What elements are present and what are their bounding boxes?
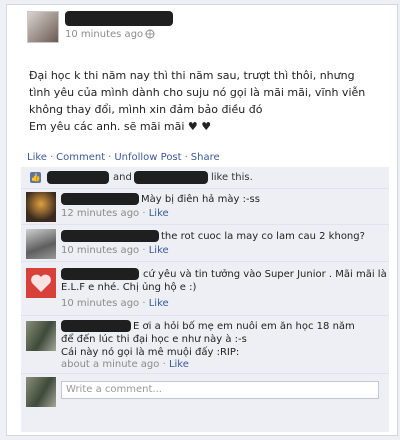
comment-text: Mày bị điên hả mày :-ss bbox=[141, 194, 260, 205]
comment-like-link[interactable]: Like bbox=[149, 298, 169, 309]
commenter-avatar[interactable] bbox=[26, 268, 56, 298]
current-user-avatar bbox=[26, 377, 56, 407]
comment-timestamp[interactable]: 10 minutes ago bbox=[61, 298, 139, 309]
likes-suffix-text: like this. bbox=[211, 172, 253, 183]
likes-and-text: and bbox=[113, 172, 132, 183]
write-comment-input[interactable]: Write a comment... bbox=[61, 381, 379, 399]
likes-row: 👍 and like this. bbox=[21, 167, 389, 189]
separator: · bbox=[142, 208, 146, 219]
separator: · bbox=[142, 298, 146, 309]
separator: · bbox=[108, 152, 112, 163]
redacted-liker-name bbox=[134, 171, 208, 184]
poster-avatar[interactable] bbox=[27, 11, 59, 43]
comment-text: the rot cuoc la may co lam cau 2 khong? bbox=[161, 231, 365, 242]
heart-icon bbox=[31, 274, 51, 292]
post-actions: Like · Comment · Unfollow Post · Share bbox=[27, 152, 220, 163]
comment-text: cứ yêu và tin tưởng vào Super Junior . M… bbox=[61, 269, 387, 293]
comment-text: E ơi a hỏi bố mẹ em nuôi em ăn học 18 nă… bbox=[61, 321, 355, 358]
comment-like-link[interactable]: Like bbox=[169, 359, 189, 370]
comment-timestamp[interactable]: 12 minutes ago bbox=[61, 208, 139, 219]
unfollow-post-link[interactable]: Unfollow Post bbox=[114, 152, 181, 163]
comment-item: the rot cuoc la may co lam cau 2 khong? … bbox=[21, 225, 389, 262]
comment-link[interactable]: Comment bbox=[56, 152, 105, 163]
separator: · bbox=[184, 152, 188, 163]
separator: · bbox=[142, 245, 146, 256]
comment-item: Mày bị điên hả mày :-ss 12 minutes ago ·… bbox=[21, 189, 389, 225]
comment-timestamp[interactable]: 10 minutes ago bbox=[61, 245, 139, 256]
separator: · bbox=[162, 359, 166, 370]
globe-icon bbox=[145, 29, 155, 42]
like-link[interactable]: Like bbox=[27, 152, 47, 163]
post-body-text: Đại học k thi năm nay thì thi năm sau, t… bbox=[29, 69, 366, 133]
commenter-avatar[interactable] bbox=[26, 229, 56, 259]
comment-item: cứ yêu và tin tưởng vào Super Junior . M… bbox=[21, 262, 389, 316]
redacted-commenter-name bbox=[61, 230, 159, 242]
comment-timestamp[interactable]: about a minute ago bbox=[61, 359, 159, 370]
commenter-avatar[interactable] bbox=[26, 321, 56, 351]
comment-like-link[interactable]: Like bbox=[149, 245, 169, 256]
comment-meta: about a minute ago · Like bbox=[61, 359, 189, 370]
redacted-liker-name bbox=[47, 171, 109, 184]
feedback-section: 👍 and like this. Mày bị điên hả mày :-ss… bbox=[21, 167, 389, 432]
share-link[interactable]: Share bbox=[191, 152, 220, 163]
post-timestamp[interactable]: 10 minutes ago bbox=[65, 29, 143, 40]
comment-meta: 10 minutes ago · Like bbox=[61, 298, 169, 309]
commenter-avatar[interactable] bbox=[26, 192, 56, 222]
redacted-poster-name bbox=[65, 11, 173, 26]
comment-meta: 12 minutes ago · Like bbox=[61, 208, 169, 219]
comment-item: E ơi a hỏi bố mẹ em nuôi em ăn học 18 nă… bbox=[21, 316, 389, 374]
thumbs-up-icon: 👍 bbox=[30, 172, 41, 183]
separator: · bbox=[49, 152, 54, 163]
post-card: 10 minutes ago Đại học k thi năm nay thì… bbox=[6, 4, 398, 436]
redacted-commenter-name bbox=[61, 193, 139, 205]
comment-meta: 10 minutes ago · Like bbox=[61, 245, 169, 256]
comment-like-link[interactable]: Like bbox=[149, 208, 169, 219]
